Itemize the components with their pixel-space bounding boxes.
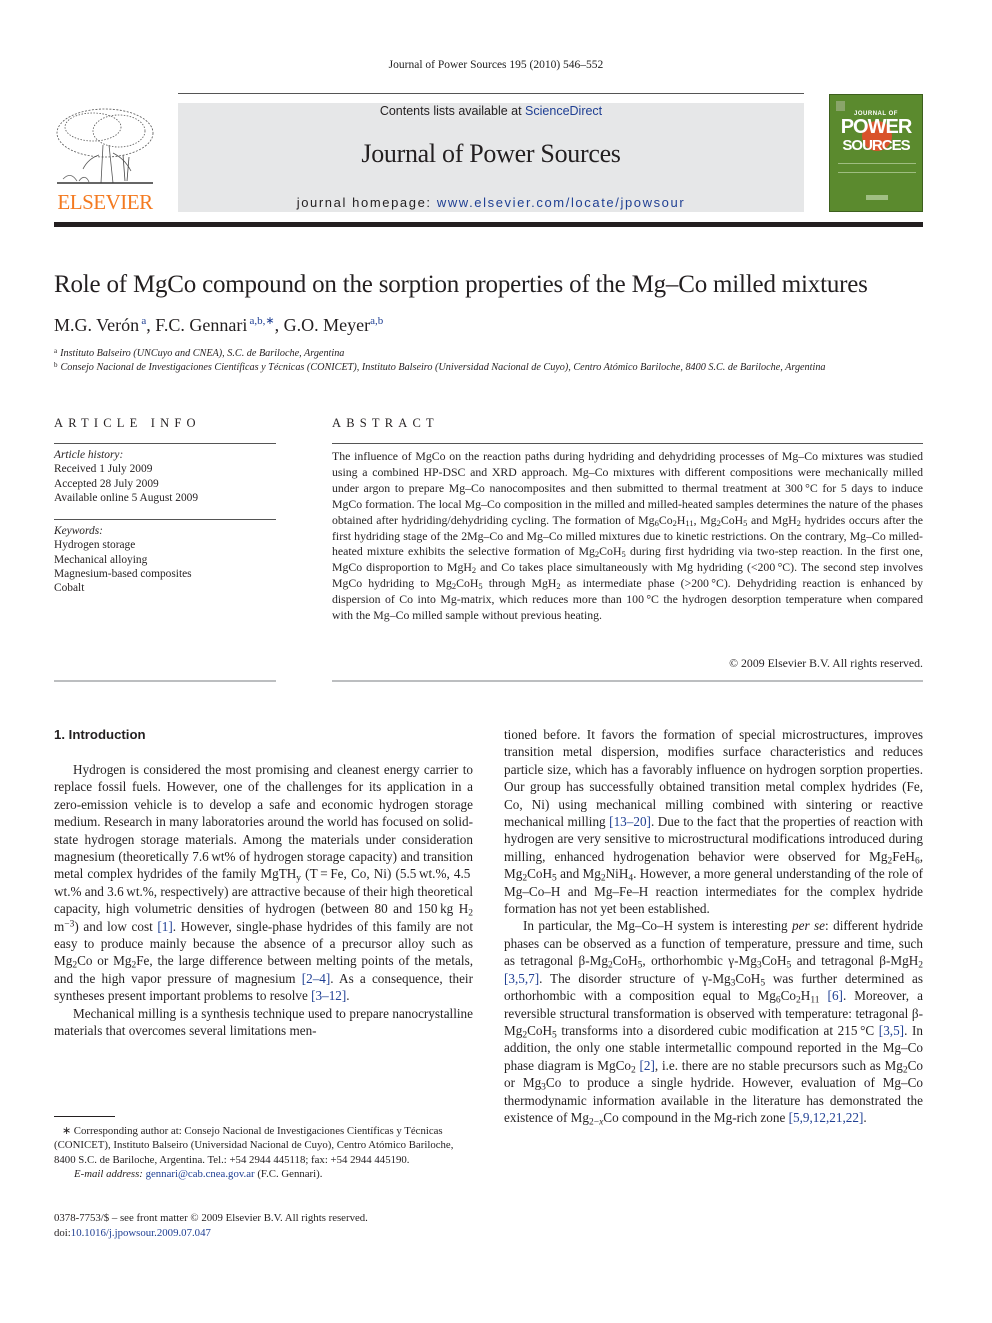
citation-link[interactable]: [3,5,7] bbox=[504, 971, 539, 986]
abstract-copyright: © 2009 Elsevier B.V. All rights reserved… bbox=[729, 656, 923, 670]
body-column-left: Hydrogen is considered the most promisin… bbox=[54, 761, 473, 1040]
author-name[interactable]: M.G. Verón bbox=[54, 315, 139, 335]
affiliation-text: Instituto Balseiro (UNCuyo and CNEA), S.… bbox=[60, 348, 345, 359]
cover-publisher-logo bbox=[866, 195, 888, 200]
paragraph: Mechanical milling is a synthesis techni… bbox=[54, 1005, 473, 1039]
citation-link[interactable]: [5,9,12,21,22] bbox=[789, 1110, 864, 1125]
paragraph: tioned before. It favors the formation o… bbox=[504, 727, 923, 917]
author-affil-marks[interactable]: a,b bbox=[370, 315, 383, 327]
article-history-label: Article history: bbox=[54, 449, 124, 461]
keyword: Hydrogen storage bbox=[54, 539, 136, 552]
keyword: Cobalt bbox=[54, 582, 85, 595]
history-online: Available online 5 August 2009 bbox=[54, 491, 199, 504]
divider bbox=[332, 680, 923, 682]
author-name[interactable]: F.C. Gennari bbox=[155, 315, 247, 335]
affiliation-mark: a bbox=[54, 347, 58, 355]
elsevier-wordmark: ELSEVIER bbox=[57, 190, 153, 214]
email-label: E-mail address: bbox=[74, 1168, 143, 1181]
citation-link[interactable]: [6] bbox=[828, 988, 843, 1003]
article-history: Article history: Received 1 July 2009 Ac… bbox=[54, 448, 276, 505]
divider bbox=[54, 519, 276, 520]
header-rule bbox=[178, 93, 804, 94]
journal-cover-thumbnail[interactable]: JOURNAL OF POWER SOURCES bbox=[829, 94, 923, 212]
history-received: Received 1 July 2009 bbox=[54, 463, 153, 476]
paragraph: In particular, the Mg–Co–H system is int… bbox=[504, 918, 924, 1128]
cover-title-line2: SOURCES bbox=[842, 137, 910, 154]
affiliation: a Instituto Balseiro (UNCuyo and CNEA), S… bbox=[54, 347, 344, 359]
author-separator: , bbox=[146, 315, 156, 335]
author-affil-marks[interactable]: a,b,∗ bbox=[250, 315, 275, 327]
author-list: M.G. Verón a, F.C. Gennari a,b,∗, G.O. M… bbox=[54, 314, 383, 336]
divider bbox=[54, 680, 276, 682]
elsevier-logo[interactable]: ELSEVIER bbox=[53, 103, 157, 215]
homepage-link[interactable]: www.elsevier.com/locate/jpowsour bbox=[437, 195, 685, 210]
abstract-heading: ABSTRACT bbox=[332, 416, 439, 430]
journal-banner: Contents lists available at ScienceDirec… bbox=[178, 103, 804, 212]
cover-tagline bbox=[838, 163, 916, 173]
cover-publisher-mark bbox=[836, 101, 845, 111]
elsevier-tree-icon bbox=[56, 108, 154, 184]
article-title: Role of MgCo compound on the sorption pr… bbox=[54, 271, 868, 298]
affiliation-mark: b bbox=[54, 361, 58, 369]
contents-line: Contents lists available at ScienceDirec… bbox=[178, 104, 804, 118]
divider bbox=[54, 443, 276, 444]
author-name[interactable]: G.O. Meyer bbox=[284, 315, 370, 335]
citation-link[interactable]: [2] bbox=[640, 1058, 655, 1073]
section-heading-introduction: 1. Introduction bbox=[54, 727, 146, 742]
email-line: E-mail address: gennari@cab.cnea.gov.ar … bbox=[54, 1167, 474, 1181]
affiliation-text: Consejo Nacional de Investigaciones Cien… bbox=[60, 362, 826, 373]
doi-link[interactable]: 10.1016/j.jpowsour.2009.07.047 bbox=[71, 1227, 211, 1239]
article-info-heading: ARTICLE INFO bbox=[54, 416, 201, 430]
citation-link[interactable]: [13–20] bbox=[609, 814, 651, 829]
contents-prefix: Contents lists available at bbox=[379, 104, 526, 118]
divider bbox=[332, 443, 923, 444]
affiliation: b Consejo Nacional de Investigaciones Cie… bbox=[54, 361, 826, 373]
history-accepted: Accepted 28 July 2009 bbox=[54, 477, 159, 490]
citation-link[interactable]: [2–4] bbox=[302, 971, 331, 986]
running-head: Journal of Power Sources 195 (2010) 546–… bbox=[388, 59, 604, 71]
body-column-right: tioned before. It favors the formation o… bbox=[504, 726, 924, 1128]
doi-line: doi:10.1016/j.jpowsour.2009.07.047 bbox=[54, 1226, 368, 1241]
citation-link[interactable]: [1] bbox=[157, 919, 172, 934]
homepage-prefix: journal homepage: bbox=[296, 195, 437, 210]
journal-homepage: journal homepage: www.elsevier.com/locat… bbox=[178, 195, 804, 210]
footnote-rule bbox=[54, 1116, 115, 1117]
keywords-label: Keywords: bbox=[54, 525, 103, 537]
citation-link[interactable]: [3–12] bbox=[311, 988, 346, 1003]
keyword: Mechanical alloying bbox=[54, 553, 148, 566]
keywords: Keywords: Hydrogen storage Mechanical al… bbox=[54, 524, 276, 595]
author-separator: , bbox=[274, 315, 284, 335]
paragraph: Hydrogen is considered the most promisin… bbox=[54, 762, 473, 1004]
footnote: ∗ Corresponding author at: Consejo Nacio… bbox=[54, 1124, 474, 1182]
cover-title-line1: POWER bbox=[840, 116, 913, 138]
citation-link[interactable]: [3,5] bbox=[879, 1023, 904, 1038]
doi-prefix: doi: bbox=[54, 1227, 71, 1239]
header-thick-rule bbox=[54, 222, 923, 227]
sciencedirect-link[interactable]: ScienceDirect bbox=[525, 104, 602, 118]
abstract-body: The influence of MgCo on the reaction pa… bbox=[332, 449, 924, 623]
email-suffix: (F.C. Gennari). bbox=[254, 1168, 323, 1181]
email-link[interactable]: gennari@cab.cnea.gov.ar bbox=[146, 1168, 255, 1180]
issn-line: 0378-7753/$ – see front matter © 2009 El… bbox=[54, 1212, 368, 1224]
journal-title: Journal of Power Sources bbox=[361, 139, 621, 168]
keyword: Magnesium-based composites bbox=[54, 567, 192, 580]
front-matter: 0378-7753/$ – see front matter © 2009 El… bbox=[54, 1211, 368, 1241]
corresponding-author-note: ∗ Corresponding author at: Consejo Nacio… bbox=[54, 1125, 454, 1166]
